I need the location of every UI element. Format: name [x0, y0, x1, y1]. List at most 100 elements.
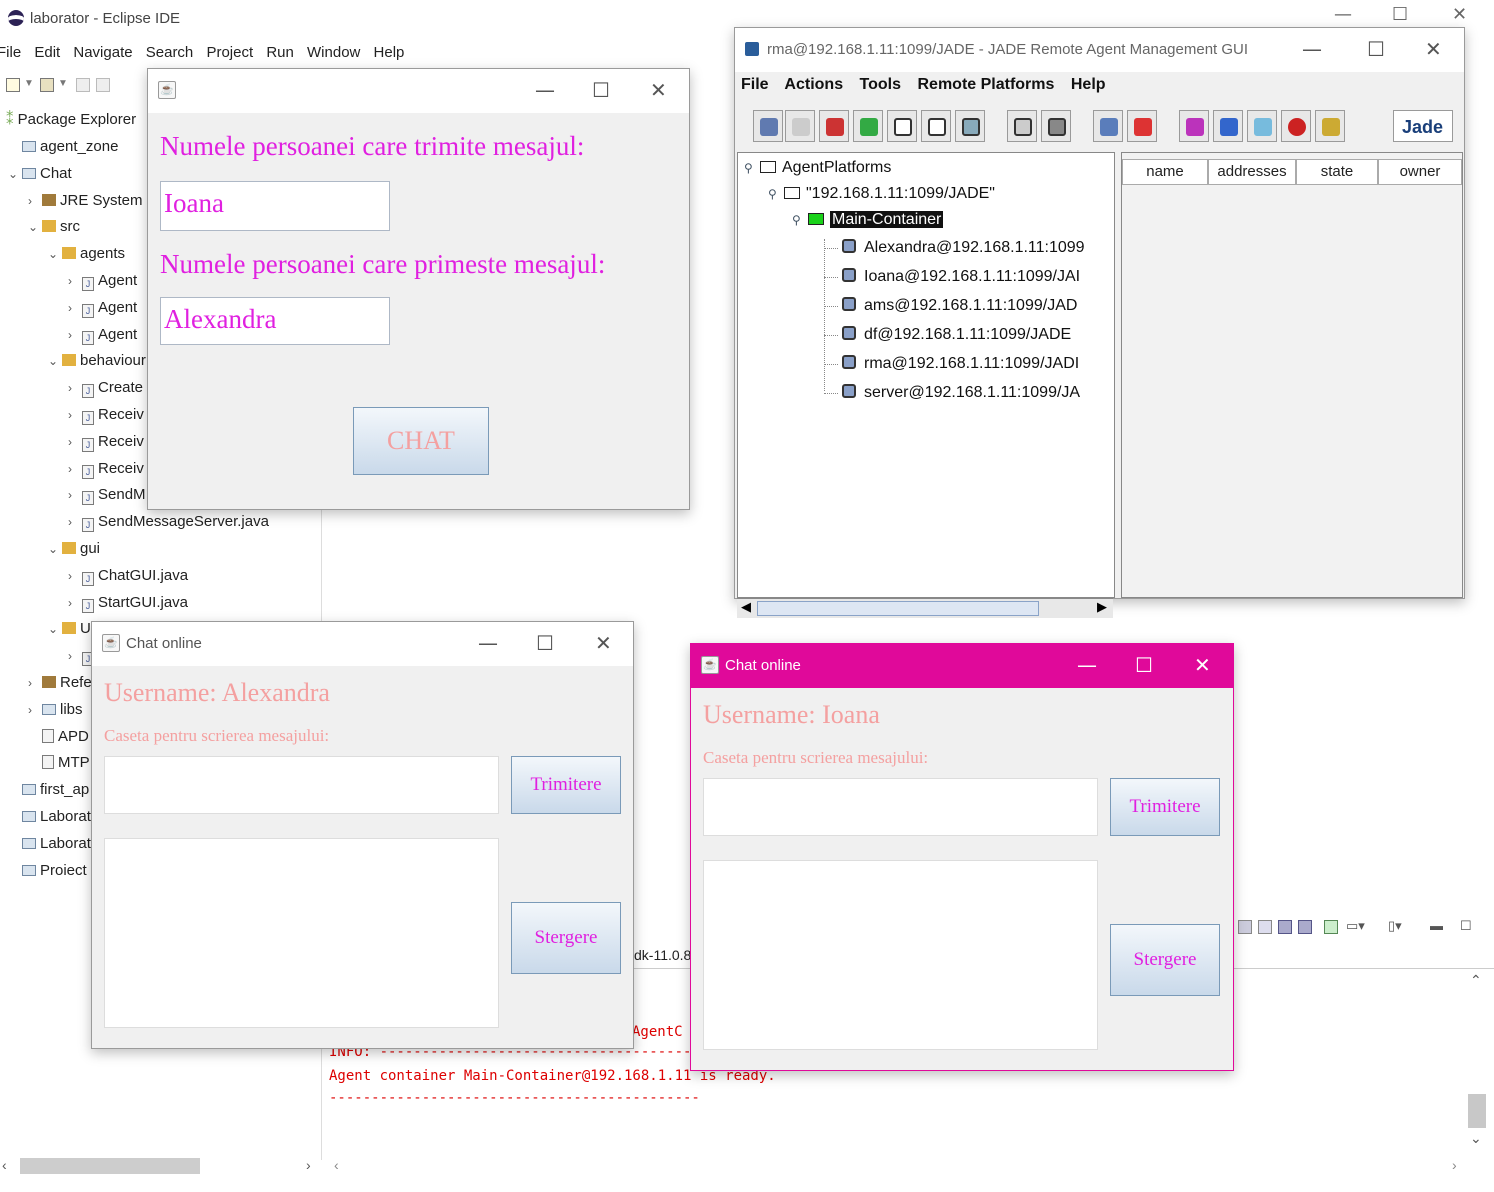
chat-button[interactable]: CHAT	[353, 407, 489, 475]
scroll-up-icon[interactable]: ⌃	[1470, 972, 1482, 989]
open-console-icon[interactable]: ▯▾	[1388, 918, 1402, 934]
chevron-right-icon[interactable]: ›	[68, 328, 82, 342]
tree-item[interactable]: MTP	[28, 754, 90, 771]
minimize-view-icon[interactable]: ▬	[1430, 918, 1443, 933]
maximize-icon[interactable]: ☐	[536, 631, 554, 655]
menu-run[interactable]: Run	[266, 44, 294, 61]
tree-item[interactable]: ⌄ src	[28, 218, 80, 235]
scroll-thumb[interactable]	[20, 1158, 200, 1174]
sender-input[interactable]: Ioana	[160, 181, 390, 231]
menu-search[interactable]: Search	[146, 44, 194, 61]
tree-item[interactable]: ⌄ gui	[48, 540, 100, 557]
close-icon[interactable]: ✕	[595, 631, 612, 655]
agent-node[interactable]: Ioana@192.168.1.11:1099/JAI	[824, 268, 1080, 286]
agent-tree-hscroll[interactable]: ◀ ▶	[737, 598, 1113, 618]
tree-item[interactable]: › J StartGUI.java	[68, 594, 188, 613]
minimize-icon[interactable]: —	[1077, 653, 1097, 677]
console-hscroll[interactable]: ‹ ›	[326, 1157, 1476, 1175]
maximize-icon[interactable]: ☐	[1392, 4, 1408, 25]
close-icon[interactable]: ✕	[650, 78, 667, 102]
send-button[interactable]: Trimitere	[511, 756, 621, 814]
menu-file[interactable]: File	[0, 44, 21, 61]
chevron-right-icon[interactable]: ›	[28, 676, 42, 690]
jade-menu-file[interactable]: File	[741, 76, 769, 93]
migrate-agent-icon[interactable]	[921, 110, 951, 142]
tree-item[interactable]: Proiect	[8, 862, 87, 879]
tree-item[interactable]: ⌄ Chat	[8, 165, 72, 182]
chevron-down-icon[interactable]: ⌄	[28, 220, 42, 234]
table-header-owner[interactable]: owner	[1378, 159, 1462, 185]
console-vscroll[interactable]: ⌃ ⌄	[1468, 970, 1486, 1150]
minimize-icon[interactable]: —	[535, 78, 555, 102]
agent-node[interactable]: server@192.168.1.11:1099/JA	[824, 384, 1080, 402]
toolbar-icon[interactable]	[1278, 920, 1292, 934]
save-agent-icon[interactable]	[1007, 110, 1037, 142]
save-all-icon[interactable]	[96, 78, 110, 92]
toolbar-icon[interactable]	[1298, 920, 1312, 934]
agent-node[interactable]: df@192.168.1.11:1099/JADE	[824, 326, 1071, 344]
log-manager-icon[interactable]	[1247, 110, 1277, 142]
receiver-input[interactable]: Alexandra	[160, 297, 390, 345]
tree-root-agent-platforms[interactable]: ⚲ AgentPlatforms	[744, 159, 891, 177]
chevron-right-icon[interactable]: ›	[68, 301, 82, 315]
scroll-right-icon[interactable]: ›	[306, 1157, 311, 1173]
new-icon[interactable]	[6, 78, 20, 92]
menu-edit[interactable]: Edit	[34, 44, 60, 61]
scroll-thumb[interactable]	[1468, 1094, 1486, 1128]
display-icon[interactable]: ▭▾	[1346, 918, 1365, 934]
tree-item[interactable]: › J Agent	[68, 299, 137, 318]
maximize-icon[interactable]: ☐	[592, 78, 610, 102]
tree-handle-icon[interactable]: ⚲	[768, 187, 778, 201]
chevron-right-icon[interactable]: ›	[28, 194, 42, 208]
jade-menu-remote-platforms[interactable]: Remote Platforms	[917, 76, 1054, 93]
chevron-right-icon[interactable]: ›	[68, 488, 82, 502]
tree-item[interactable]: ⌄ behaviour	[48, 352, 146, 369]
maximize-view-icon[interactable]: ☐	[1460, 918, 1472, 934]
tree-item[interactable]: ⌄ agents	[48, 245, 125, 262]
chevron-down-icon[interactable]: ⌄	[48, 542, 62, 556]
send-button[interactable]: Trimitere	[1110, 778, 1220, 836]
chevron-down-icon[interactable]: ⌄	[48, 354, 62, 368]
tree-item[interactable]: agent_zone	[8, 138, 118, 155]
tree-handle-icon[interactable]: ⚲	[792, 213, 802, 227]
tree-item[interactable]: › JRE System L	[28, 192, 155, 209]
scroll-thumb[interactable]	[757, 601, 1039, 616]
jade-menu-tools[interactable]: Tools	[860, 76, 901, 93]
resume-agent-icon[interactable]	[853, 110, 883, 142]
tree-item[interactable]: ⌄ U	[48, 620, 91, 637]
tree-item[interactable]: › J SendMessageServer.java	[68, 513, 269, 533]
tree-item[interactable]: APD	[28, 728, 89, 745]
close-icon[interactable]: ✕	[1425, 37, 1442, 61]
minimize-icon[interactable]: —	[1334, 4, 1352, 25]
jade-menu-help[interactable]: Help	[1071, 76, 1106, 93]
tree-node-platform[interactable]: ⚲ "192.168.1.11:1099/JADE"	[768, 185, 995, 203]
tree-item[interactable]: › J Agent	[68, 326, 137, 345]
chevron-right-icon[interactable]: ›	[68, 649, 82, 663]
table-header-name[interactable]: name	[1122, 159, 1208, 185]
debug-icon[interactable]	[1281, 110, 1311, 142]
jade-menu-actions[interactable]: Actions	[784, 76, 843, 93]
chevron-right-icon[interactable]: ›	[68, 274, 82, 288]
clear-button[interactable]: Stergere	[511, 902, 621, 974]
tree-item[interactable]: › J Create	[68, 379, 143, 399]
minimize-icon[interactable]: —	[1302, 37, 1322, 61]
scroll-left-icon[interactable]: ‹	[2, 1157, 7, 1173]
kill-agent-icon[interactable]	[785, 110, 815, 142]
new-package-icon[interactable]	[40, 78, 54, 92]
chevron-right-icon[interactable]: ›	[68, 408, 82, 422]
chevron-right-icon[interactable]: ›	[68, 381, 82, 395]
dummy-agent-icon[interactable]	[1093, 110, 1123, 142]
close-icon[interactable]: ✕	[1452, 4, 1467, 25]
tree-item[interactable]: Laborat	[8, 835, 91, 852]
menu-navigate[interactable]: Navigate	[73, 44, 132, 61]
tree-item[interactable]: › Refe	[28, 674, 92, 691]
chevron-down-icon[interactable]: ⌄	[48, 247, 62, 261]
chevron-right-icon[interactable]: ›	[68, 462, 82, 476]
menu-help[interactable]: Help	[374, 44, 405, 61]
scroll-down-icon[interactable]: ⌄	[1470, 1130, 1482, 1147]
chevron-right-icon[interactable]: ›	[68, 596, 82, 610]
agent-node[interactable]: Alexandra@192.168.1.11:1099	[824, 239, 1085, 257]
dropdown-icon[interactable]: ▼	[58, 78, 68, 89]
table-header-addresses[interactable]: addresses	[1208, 159, 1296, 185]
message-input[interactable]	[703, 778, 1098, 836]
